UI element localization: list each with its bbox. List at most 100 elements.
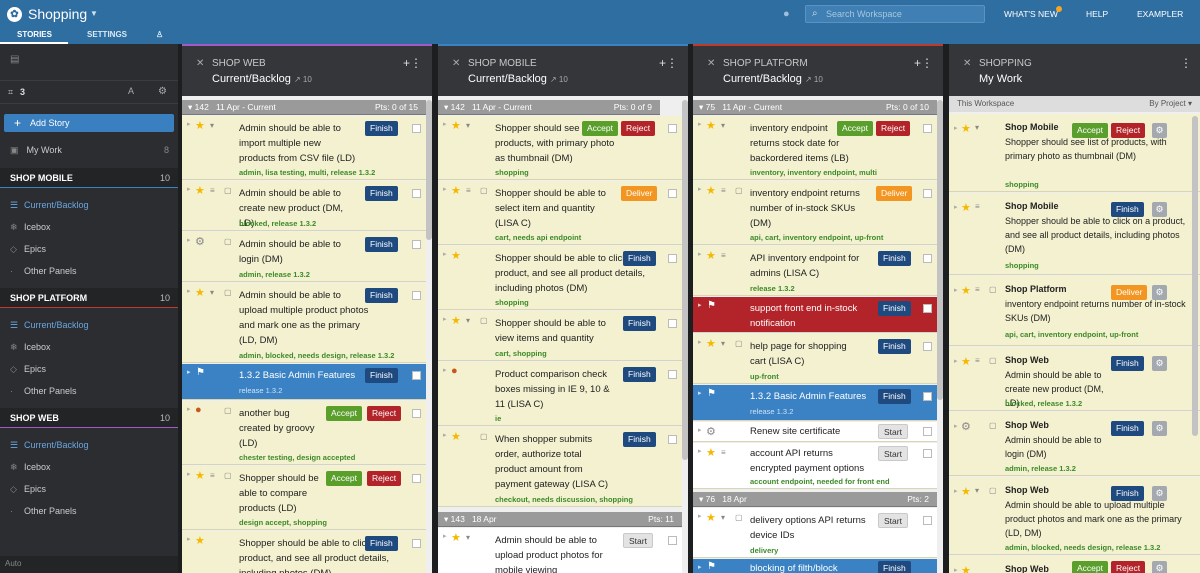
- story-labels[interactable]: release 1.3.2: [750, 284, 795, 293]
- scrollbar[interactable]: [937, 100, 943, 400]
- finish-button[interactable]: Finish: [878, 389, 911, 404]
- story-labels[interactable]: shopping: [495, 168, 529, 177]
- select-checkbox[interactable]: [412, 539, 421, 548]
- story-labels[interactable]: admin, blocked, needs design, release 1.…: [239, 351, 394, 360]
- help-link[interactable]: HELP: [1086, 9, 1108, 19]
- select-checkbox[interactable]: [668, 319, 677, 328]
- expand-icon[interactable]: ▸: [187, 120, 191, 128]
- story-row[interactable]: ▸★ Shopper should be able to click on a …: [438, 246, 682, 310]
- reject-button[interactable]: Reject: [367, 471, 402, 486]
- user-menu[interactable]: EXAMPLER: [1137, 9, 1183, 19]
- expand-icon[interactable]: ▸: [954, 203, 958, 211]
- iteration-header[interactable]: ▾ 142 11 Apr - Current Pts: 0 of 9: [438, 100, 660, 115]
- expand-icon[interactable]: ▸: [698, 512, 702, 520]
- expand-icon[interactable]: ▸: [698, 426, 702, 434]
- expand-icon[interactable]: ▸: [187, 236, 191, 244]
- finish-button[interactable]: Finish: [365, 368, 398, 383]
- expand-icon[interactable]: ▸: [698, 185, 702, 193]
- release-row[interactable]: ▸ ⚑ 1.3.2 Basic Admin Features release 1.…: [182, 364, 426, 400]
- expand-icon[interactable]: ▸: [443, 431, 447, 439]
- story-labels[interactable]: admin, blocked, needs design, release 1.…: [1005, 543, 1160, 552]
- expand-icon[interactable]: ▸: [954, 357, 958, 365]
- story-row[interactable]: ▸ ★ ≡ ▢ inventory endpoint returns number o…: [693, 181, 937, 245]
- story-row[interactable]: ▸ ★ ▾ ▢ help page for shopping cart (LISA C…: [693, 334, 937, 384]
- panel-toggle-icon[interactable]: ▤: [10, 54, 188, 65]
- more-icon[interactable]: ⋮: [666, 56, 678, 70]
- story-row[interactable]: ▸ ★ ▾ Admin should be able to import multi…: [182, 116, 426, 180]
- select-checkbox[interactable]: [412, 409, 421, 418]
- finish-button[interactable]: Finish: [1111, 202, 1144, 217]
- finish-button[interactable]: Finish: [365, 536, 398, 551]
- select-checkbox[interactable]: [412, 474, 421, 483]
- iteration-header[interactable]: ▾ 142 11 Apr - Current Pts: 0 of 15: [182, 100, 426, 115]
- finish-button[interactable]: Finish: [1111, 356, 1144, 371]
- select-checkbox[interactable]: [923, 124, 932, 133]
- story-row[interactable]: ▸ ★ ≡ API inventory endpoint for admins (L…: [693, 246, 937, 296]
- story-labels[interactable]: up-front: [750, 372, 779, 381]
- story-row[interactable]: ▸ ★ ▢ When shopper submits order, authoriz…: [438, 427, 682, 507]
- start-button[interactable]: Start: [623, 533, 653, 548]
- gear-icon[interactable]: ⚙: [1152, 202, 1167, 217]
- sidebar-item-current-backlog[interactable]: ☰ Current/Backlog: [10, 320, 89, 331]
- accept-button[interactable]: Accept: [837, 121, 873, 136]
- close-icon[interactable]: ✕: [963, 58, 971, 69]
- story-row[interactable]: ▸ ★ ▾ inventory endpoint returns stock dat…: [693, 116, 937, 180]
- select-checkbox[interactable]: [923, 449, 932, 458]
- finish-button[interactable]: Finish: [878, 561, 911, 573]
- sidebar-item-epics[interactable]: ◇ Epics: [10, 364, 46, 375]
- iteration-header[interactable]: ▾ 143 18 Apr Pts: 11: [438, 512, 682, 527]
- select-checkbox[interactable]: [668, 370, 677, 379]
- story-row[interactable]: ▸ ★ ▾ Shopper should see list of products,…: [438, 116, 682, 180]
- search-input[interactable]: [826, 7, 976, 21]
- expand-icon[interactable]: ▸: [698, 250, 702, 258]
- more-icon[interactable]: ⋮: [921, 56, 933, 70]
- reject-button[interactable]: Reject: [367, 406, 402, 421]
- story-row-blocked[interactable]: ▸ ⚑ support front end in-stock notificati…: [693, 297, 937, 333]
- finish-button[interactable]: Finish: [1111, 486, 1144, 501]
- story-labels[interactable]: api, cart, inventory endpoint, up-front: [1005, 330, 1138, 339]
- expand-icon[interactable]: ▸: [698, 447, 702, 455]
- reject-button[interactable]: Reject: [621, 121, 656, 136]
- sidebar-item-epics[interactable]: ◇ Epics: [10, 484, 46, 495]
- select-checkbox[interactable]: [668, 189, 677, 198]
- select-checkbox[interactable]: [668, 536, 677, 545]
- expand-icon[interactable]: ▸: [187, 287, 191, 295]
- story-labels[interactable]: release 1.3.2: [750, 407, 793, 416]
- gear-icon[interactable]: ⚙: [1152, 421, 1167, 436]
- story-row[interactable]: ▸ ⚙ ▢ Shop Web Admin should be able to log…: [949, 412, 1200, 476]
- story-row[interactable]: ▸ ★ ≡ account API returns encrypted paymen…: [693, 443, 937, 489]
- sidebar-item-icebox[interactable]: ❄ Icebox: [10, 462, 51, 473]
- story-labels[interactable]: ie: [495, 414, 501, 423]
- expand-icon[interactable]: ▸: [443, 366, 447, 374]
- story-labels[interactable]: api, cart, inventory endpoint, up-front: [750, 233, 883, 242]
- tab-stories[interactable]: STORIES: [17, 30, 52, 39]
- expand-icon[interactable]: ▸: [698, 120, 702, 128]
- select-checkbox[interactable]: [923, 516, 932, 525]
- person-icon[interactable]: ♙: [156, 30, 163, 39]
- start-button[interactable]: Start: [878, 446, 908, 461]
- start-button[interactable]: Start: [878, 424, 908, 439]
- story-labels[interactable]: admin, lisa testing, multi, release 1.3.…: [239, 168, 375, 177]
- expand-icon[interactable]: ▸: [443, 315, 447, 323]
- expand-icon[interactable]: ▸: [698, 563, 702, 571]
- finish-button[interactable]: Finish: [623, 316, 656, 331]
- expand-icon[interactable]: ▸: [954, 286, 958, 294]
- reject-button[interactable]: Reject: [1111, 561, 1146, 573]
- add-icon[interactable]: +: [659, 56, 666, 70]
- story-row[interactable]: ▸ ★ ▾ ▢ Shopper should be able to view item…: [438, 311, 682, 361]
- accept-button[interactable]: Accept: [326, 471, 362, 486]
- expand-icon[interactable]: ▸: [187, 405, 191, 413]
- expand-icon[interactable]: ▸: [187, 185, 191, 193]
- select-checkbox[interactable]: [412, 240, 421, 249]
- scrollbar[interactable]: [682, 100, 688, 460]
- finish-button[interactable]: Finish: [1111, 421, 1144, 436]
- close-icon[interactable]: ✕: [196, 58, 204, 69]
- close-icon[interactable]: ✕: [452, 58, 460, 69]
- expand-icon[interactable]: ▸: [187, 535, 191, 543]
- gear-icon[interactable]: ⚙: [158, 86, 167, 97]
- story-row[interactable]: ▸ ★ ≡ ▢ Admin should be able to create new …: [182, 181, 426, 231]
- story-row[interactable]: ▸ ★ ▾ Admin should be able to upload produ…: [438, 528, 682, 573]
- story-labels[interactable]: release 1.3.2: [239, 386, 282, 395]
- gear-icon[interactable]: ⚙: [1152, 356, 1167, 371]
- gear-icon[interactable]: ⚙: [1152, 123, 1167, 138]
